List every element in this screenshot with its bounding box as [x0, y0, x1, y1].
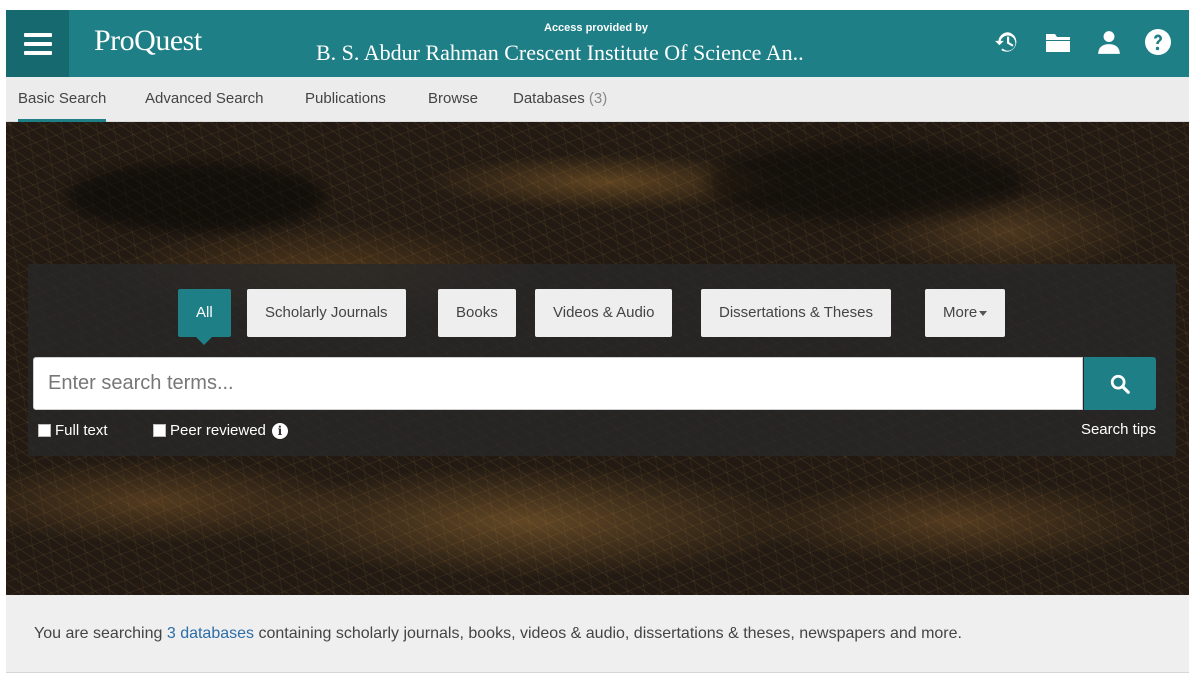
filter-more-dropdown[interactable]: More: [925, 289, 1006, 337]
checkbox-box[interactable]: [153, 424, 166, 437]
filter-label: More: [943, 304, 978, 321]
filter-books[interactable]: Books: [438, 289, 516, 337]
help-icon: [1145, 29, 1171, 55]
tab-databases[interactable]: Databases (3): [513, 77, 607, 122]
user-button[interactable]: [1093, 26, 1125, 58]
history-button[interactable]: [991, 26, 1023, 58]
menu-icon: [23, 32, 52, 55]
info-suffix: containing scholarly journals, books, vi…: [254, 625, 962, 642]
search-panel: All Scholarly Journals Books Videos & Au…: [28, 264, 1176, 456]
top-header: ProQuest Access provided by B. S. Abdur …: [6, 10, 1189, 77]
filter-label: Books: [456, 304, 498, 321]
info-prefix: You are searching: [34, 625, 167, 642]
caret-down-icon: [979, 310, 988, 316]
tab-advanced-search[interactable]: Advanced Search: [145, 77, 263, 122]
databases-link[interactable]: 3 databases: [167, 625, 254, 642]
database-info-strip: You are searching 3 databases containing…: [6, 595, 1189, 673]
filter-scholarly-journals[interactable]: Scholarly Journals: [247, 289, 406, 337]
hero-background: All Scholarly Journals Books Videos & Au…: [6, 122, 1189, 595]
folder-button[interactable]: [1042, 26, 1074, 58]
institution-name: B. S. Abdur Rahman Crescent Institute Of…: [316, 40, 804, 65]
menu-button[interactable]: [6, 10, 69, 77]
filter-label: Scholarly Journals: [265, 304, 388, 321]
tab-basic-search[interactable]: Basic Search: [18, 77, 107, 122]
tab-browse[interactable]: Browse: [428, 77, 478, 122]
proquest-logo[interactable]: ProQuest: [94, 24, 202, 58]
tab-label: Publications: [305, 90, 386, 107]
peer-reviewed-checkbox[interactable]: Peer reviewed i: [153, 422, 288, 439]
hero-shadow: [66, 162, 326, 232]
filter-dissertations-theses[interactable]: Dissertations & Theses: [701, 289, 891, 337]
peer-reviewed-label: Peer reviewed: [170, 422, 266, 439]
info-icon[interactable]: i: [271, 422, 288, 439]
user-icon: [1098, 31, 1120, 54]
tab-label: Browse: [428, 90, 479, 107]
help-button[interactable]: [1142, 26, 1174, 58]
filter-all[interactable]: All: [178, 289, 231, 345]
full-text-checkbox[interactable]: Full text: [38, 422, 108, 439]
database-info-text: You are searching 3 databases containing…: [34, 625, 962, 643]
tab-label: Advanced Search: [145, 90, 264, 107]
filter-label: Dissertations & Theses: [719, 304, 873, 321]
history-icon: [995, 32, 1017, 52]
folder-icon: [1046, 34, 1070, 52]
hero-shadow: [706, 142, 1026, 222]
access-label: Access provided by: [544, 22, 648, 34]
search-icon: [1110, 374, 1130, 394]
tab-publications[interactable]: Publications: [305, 77, 386, 122]
tab-label: Databases: [513, 90, 585, 107]
database-count: (3): [588, 90, 608, 107]
full-text-label: Full text: [55, 422, 108, 439]
search-nav: Basic Search Advanced Search Publication…: [6, 77, 1189, 122]
filter-label: Videos & Audio: [553, 304, 655, 321]
checkbox-box[interactable]: [38, 424, 51, 437]
search-button[interactable]: [1084, 357, 1156, 410]
search-tips-link[interactable]: Search tips: [1081, 421, 1156, 438]
tab-label: Basic Search: [18, 90, 107, 107]
institution-access: Access provided by B. S. Abdur Rahman Cr…: [316, 22, 896, 72]
page: ProQuest Access provided by B. S. Abdur …: [6, 10, 1189, 693]
filter-videos-audio[interactable]: Videos & Audio: [535, 289, 673, 337]
filter-label: All: [196, 304, 213, 321]
search-input[interactable]: [33, 357, 1083, 410]
